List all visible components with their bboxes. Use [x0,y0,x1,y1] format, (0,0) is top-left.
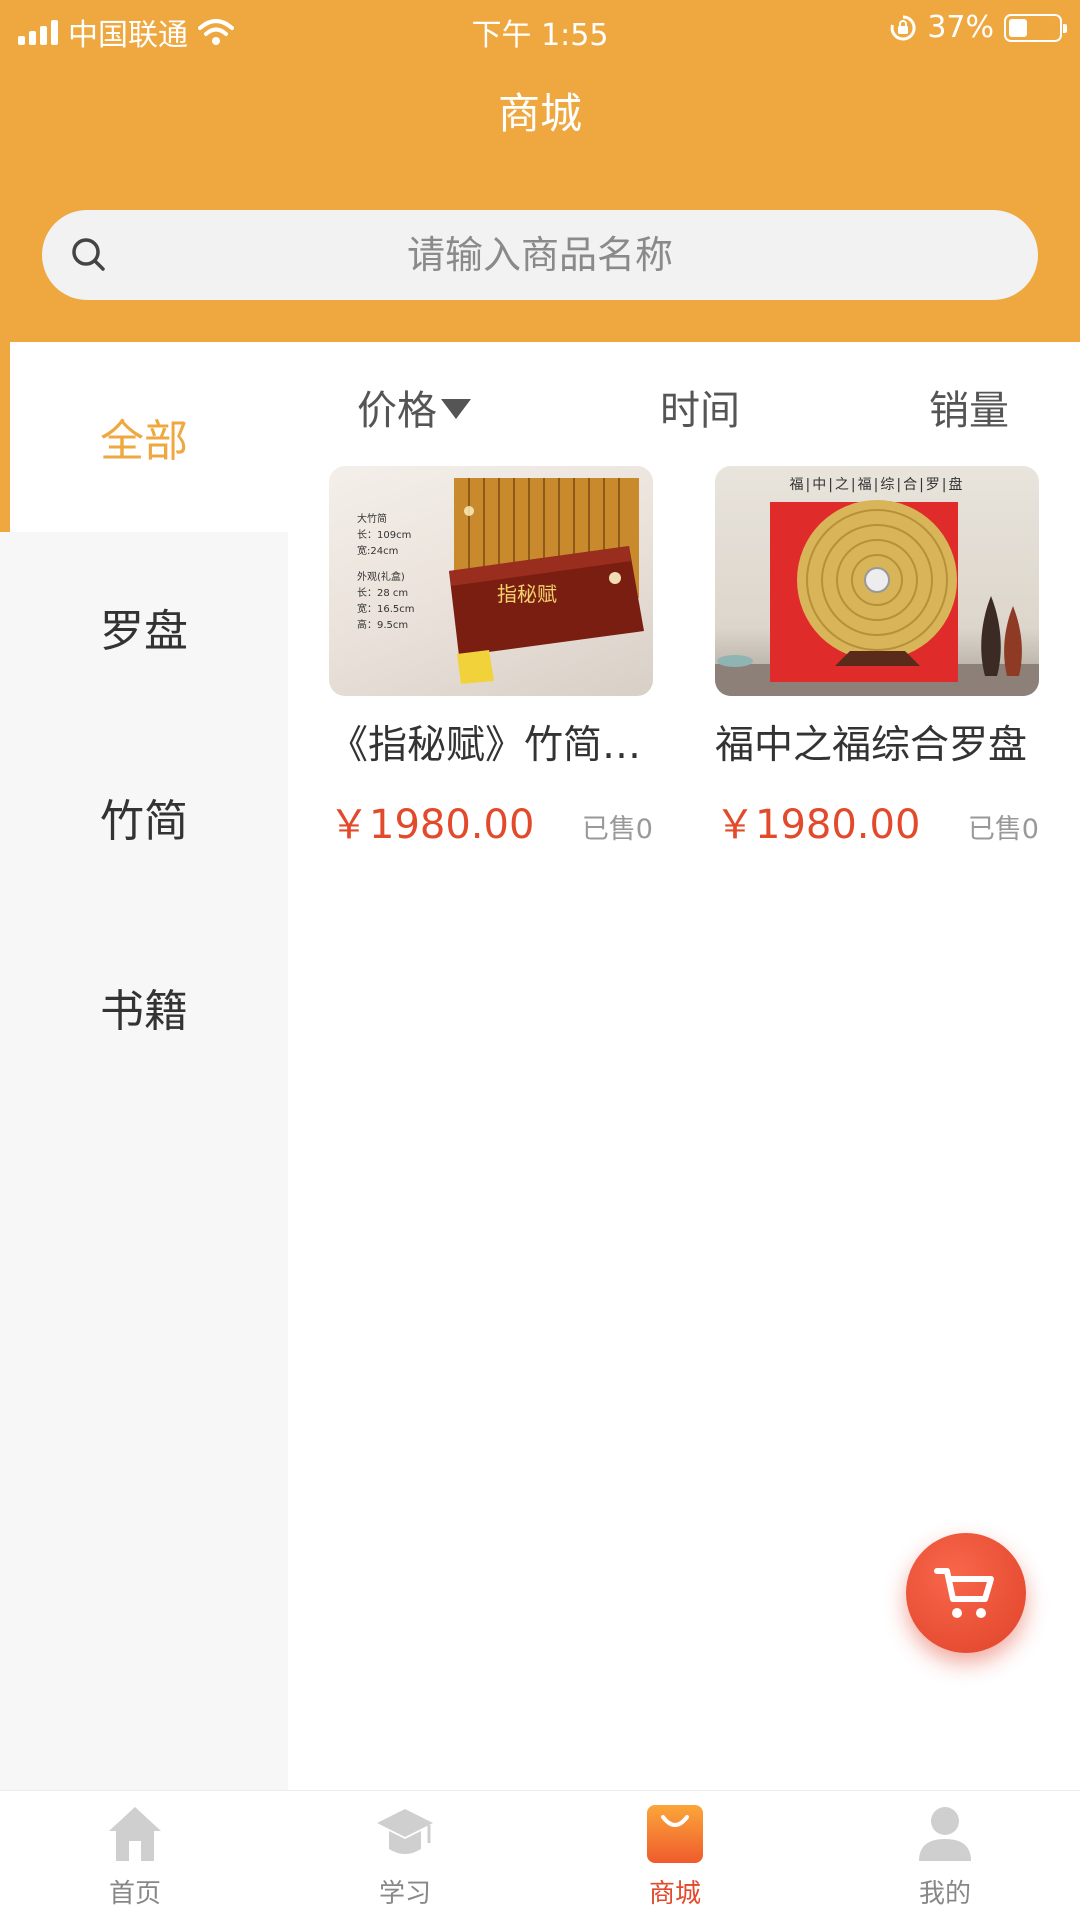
status-right: 37% [889,10,1067,45]
category-all[interactable]: 全部 [0,342,288,532]
search-bar[interactable] [42,210,1038,300]
tab-home-label: 首页 [108,1879,161,1909]
sort-by-time[interactable]: 时间 [660,378,740,436]
rotation-lock-icon [890,14,916,40]
shopping-cart-icon [934,1568,994,1618]
sort-down-icon [441,399,471,419]
product-price-row: ￥1980.00 已售0 [329,792,653,850]
product-sold-count: 已售0 [581,814,653,845]
tab-home[interactable]: 首页 [0,1791,270,1920]
page-title: 商城 [497,89,582,138]
spec-line: 宽:24cm [357,546,399,557]
spec-line: 长：28 cm [357,588,409,599]
product-price: ￥1980.00 [329,802,535,848]
spec-line: 长：109cm [357,530,412,541]
spec-line: 高：9.5cm [357,620,409,631]
search-icon [72,238,105,271]
sort-by-sales[interactable]: 销量 [929,378,1009,436]
sort-sales-label: 销量 [929,388,1009,434]
compass-illustration [715,500,1039,696]
cart-button[interactable] [906,1533,1026,1653]
graduation-cap-icon [377,1809,433,1854]
battery-icon [1004,13,1067,42]
product-name[interactable]: 《指秘赋》竹简… [329,714,653,770]
product-card[interactable]: 指秘赋 大竹简 长：109cm 宽:24cm 外观(礼盒) 长：28 cm 宽：… [329,466,653,850]
sort-time-label: 时间 [660,388,740,434]
product-image-title: 福|中|之|福|综|合|罗|盘 [789,477,965,493]
spec-line: 大竹简 [357,514,387,525]
shopping-bag-icon [647,1805,703,1863]
sort-by-price[interactable]: 价格 [357,378,471,436]
tab-mine[interactable]: 我的 [810,1791,1080,1920]
product-image[interactable]: 福|中|之|福|综|合|罗|盘 [715,466,1039,696]
tab-study-label: 学习 [378,1879,431,1909]
product-image[interactable]: 指秘赋 大竹简 长：109cm 宽:24cm 外观(礼盒) 长：28 cm 宽：… [329,466,653,696]
product-price-row: ￥1980.00 已售0 [715,792,1039,850]
tab-mine-label: 我的 [918,1879,971,1909]
product-name[interactable]: 福中之福综合罗盘 [715,714,1039,770]
tab-mall-label: 商城 [648,1879,701,1909]
spec-line: 宽：16.5cm [357,604,415,615]
user-icon [919,1807,971,1861]
product-sold-count: 已售0 [967,814,1039,845]
bottom-tab-bar: 首页 学习 商城 我的 [0,1790,1080,1920]
category-compass[interactable]: 罗盘 [0,532,288,722]
spec-line: 外观(礼盒) [357,572,405,583]
category-bamboo-slips[interactable]: 竹简 [0,722,288,912]
product-image-title: 指秘赋 [497,582,557,606]
header-bar: 中国联通 下午 1:55 37% 商城 [0,0,1080,342]
sort-price-label: 价格 [357,388,437,434]
tab-mall[interactable]: 商城 [540,1791,810,1920]
product-price: ￥1980.00 [715,802,921,848]
category-books[interactable]: 书籍 [0,912,288,1102]
home-icon [109,1807,161,1861]
product-card[interactable]: 福|中|之|福|综|合|罗|盘 福中之福综合罗盘 ￥1980.00 已售0 [715,466,1039,850]
category-sidebar: 全部 罗盘 竹简 书籍 [0,342,288,1790]
product-image-specs: 大竹简 长：109cm 宽:24cm 外观(礼盒) 长：28 cm 宽：16.5… [357,512,415,634]
status-bar: 中国联通 下午 1:55 37% [0,0,1080,56]
search-input[interactable] [122,210,958,300]
tab-study[interactable]: 学习 [270,1791,540,1920]
battery-percent: 37% [927,10,994,45]
